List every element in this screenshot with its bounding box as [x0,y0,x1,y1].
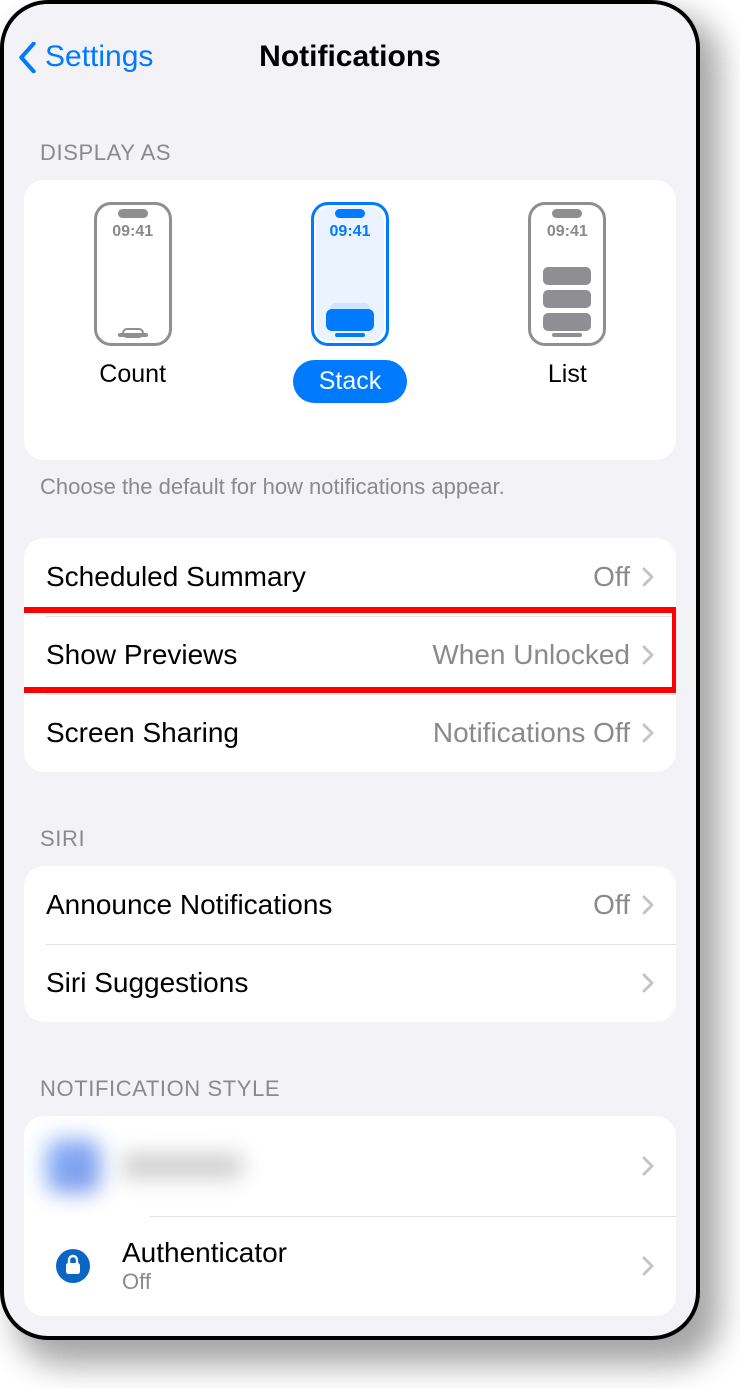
mock-time-label: 09:41 [531,223,603,241]
mock-time-label: 09:41 [314,223,386,241]
chevron-right-icon [642,1156,654,1176]
row-show-previews[interactable]: Show Previews When Unlocked [24,616,676,694]
home-indicator-icon [118,333,148,337]
siri-card: Announce Notifications Off Siri Suggesti… [24,866,676,1022]
option-label-count: Count [99,360,166,389]
chevron-right-icon [642,567,654,587]
page-title: Notifications [259,40,441,74]
back-button[interactable]: Settings [4,40,153,74]
section-header-siri: SIRI [4,772,696,866]
app-name-redacted [122,1154,242,1178]
app-text [122,1154,642,1178]
row-value: Off [593,889,630,921]
app-row-redacted[interactable] [24,1116,676,1216]
content-area: DISPLAY AS 09:41 Count 09: [4,92,696,1336]
row-label: Scheduled Summary [46,561,306,593]
display-as-picker: 09:41 Count 09:41 [24,180,676,460]
option-label-stack: Stack [293,360,408,403]
list-icon [543,267,591,331]
chevron-right-icon [642,1256,654,1276]
notch-icon [335,209,365,218]
row-screen-sharing[interactable]: Screen Sharing Notifications Off [24,694,676,772]
app-row-authenticator[interactable]: Authenticator Off [24,1216,676,1316]
row-label: Show Previews [46,639,237,671]
row-siri-suggestions[interactable]: Siri Suggestions [24,944,676,1022]
phone-mock-stack: 09:41 [311,202,389,346]
row-label: Siri Suggestions [46,967,248,999]
row-value: Off [593,561,630,593]
device-frame: Settings Notifications DISPLAY AS 09:41 … [0,0,700,1340]
back-label: Settings [45,40,153,74]
chevron-right-icon [642,645,654,665]
phone-mock-count: 09:41 [94,202,172,346]
row-value: Notifications Off [433,717,630,749]
home-indicator-icon [335,333,365,337]
chevron-right-icon [642,973,654,993]
display-as-footer: Choose the default for how notifications… [4,460,696,512]
app-text: Authenticator Off [122,1237,642,1295]
notification-style-card: Authenticator Off [24,1116,676,1316]
chevron-right-icon [642,723,654,743]
navbar: Settings Notifications [4,4,696,92]
chevron-right-icon [642,895,654,915]
display-option-count[interactable]: 09:41 Count [33,202,233,389]
display-option-stack[interactable]: 09:41 Stack [250,202,450,403]
display-as-card: 09:41 Count 09:41 [24,180,676,460]
display-option-list[interactable]: 09:41 List [467,202,667,389]
notch-icon [552,209,582,218]
home-indicator-icon [552,333,582,337]
row-value: When Unlocked [432,639,630,671]
row-label: Announce Notifications [46,889,332,921]
app-icon [46,1139,100,1193]
app-name: Authenticator [122,1237,642,1269]
app-sub: Off [122,1269,642,1295]
notch-icon [118,209,148,218]
settings-card: Scheduled Summary Off Show Previews When… [24,538,676,772]
mock-time-label: 09:41 [97,223,169,241]
section-header-display-as: DISPLAY AS [4,92,696,180]
row-label: Screen Sharing [46,717,239,749]
option-label-list: List [548,360,587,389]
phone-mock-list: 09:41 [528,202,606,346]
section-header-notification-style: NOTIFICATION STYLE [4,1022,696,1116]
authenticator-icon [46,1239,100,1293]
row-announce-notifications[interactable]: Announce Notifications Off [24,866,676,944]
chevron-left-icon [18,42,37,73]
row-scheduled-summary[interactable]: Scheduled Summary Off [24,538,676,616]
